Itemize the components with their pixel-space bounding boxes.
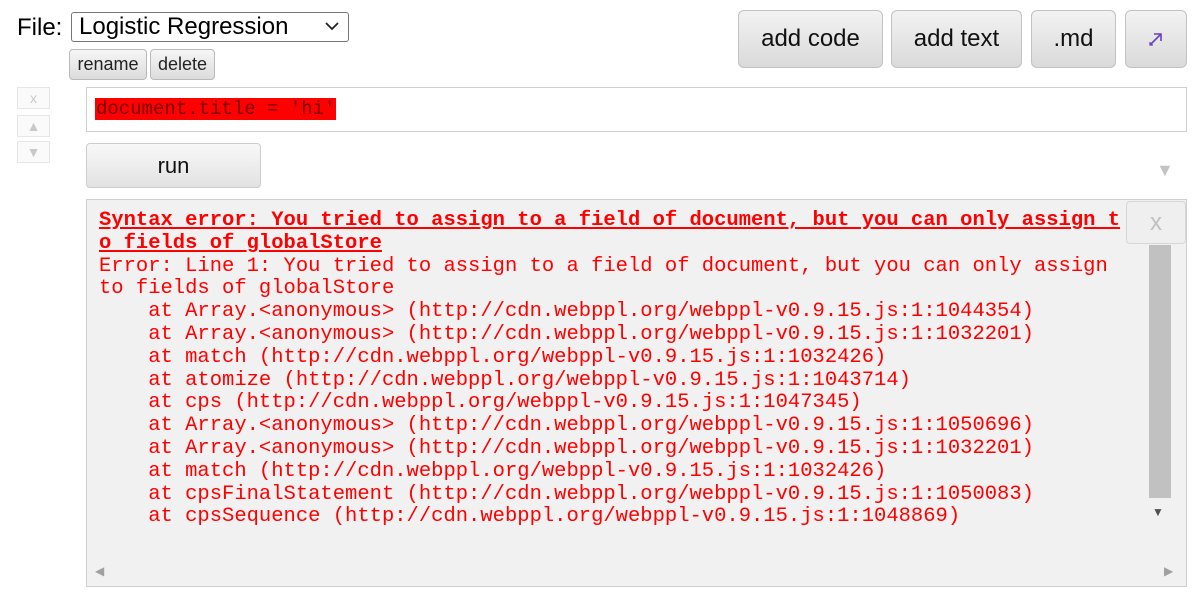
code-text: document.title = 'hi' [95,98,337,120]
rename-button[interactable]: rename [69,49,147,80]
horizontal-scrollbar[interactable] [87,557,1186,586]
output-panel: Syntax error: You tried to assign to a f… [86,199,1187,587]
collapse-arrow-icon[interactable]: ▼ [1156,160,1174,180]
scroll-left-arrow-icon[interactable]: ◀ [95,564,104,578]
stack-line: at match (http://cdn.webppl.org/webppl-v… [99,459,887,483]
close-output-button[interactable]: x [1126,201,1186,244]
file-select[interactable]: Logistic Regression [71,12,349,42]
cell-close-button[interactable]: x [17,87,50,109]
error-message-line-2: to fields of globalStore [99,277,395,301]
error-heading-line-2: o fields of globalStore [99,231,382,255]
error-message-line-1: Error: Line 1: You tried to assign to a … [99,254,1108,278]
expand-button[interactable] [1125,10,1187,68]
cell-move-down-button[interactable]: ▼ [17,141,50,163]
error-heading-line-1: Syntax error: You tried to assign to a f… [99,209,1121,232]
vertical-scrollbar-thumb[interactable] [1149,245,1171,498]
stack-line: at Array.<anonymous> (http://cdn.webppl.… [99,300,1034,324]
stack-line: at Array.<anonymous> (http://cdn.webppl.… [99,322,1034,346]
scroll-down-arrow-icon[interactable]: ▼ [1152,505,1164,519]
stack-line: at cpsSequence (http://cdn.webppl.org/we… [99,505,961,529]
code-editor[interactable]: document.title = 'hi' [86,87,1187,132]
add-code-button[interactable]: add code [738,10,883,68]
delete-button[interactable]: delete [150,49,215,80]
stack-line: at Array.<anonymous> (http://cdn.webppl.… [99,414,1034,438]
stack-line: at match (http://cdn.webppl.org/webppl-v… [99,345,887,369]
add-text-button[interactable]: add text [891,10,1022,68]
stack-line: at cps (http://cdn.webppl.org/webppl-v0.… [99,391,862,415]
expand-arrow-icon [1149,33,1162,46]
file-label: File: [17,14,63,41]
stack-line: at atomize (http://cdn.webppl.org/webppl… [99,368,911,392]
error-output: Syntax error: You tried to assign to a f… [99,209,1129,529]
run-button[interactable]: run [86,143,261,188]
cell-move-up-button[interactable]: ▲ [17,115,50,137]
file-select-value: Logistic Regression [79,13,289,40]
stack-line: at Array.<anonymous> (http://cdn.webppl.… [99,436,1034,460]
stack-line: at cpsFinalStatement (http://cdn.webppl.… [99,482,1034,506]
chevron-down-icon [325,22,339,31]
markdown-button[interactable]: .md [1031,10,1116,68]
scroll-right-arrow-icon[interactable]: ▶ [1164,564,1173,578]
